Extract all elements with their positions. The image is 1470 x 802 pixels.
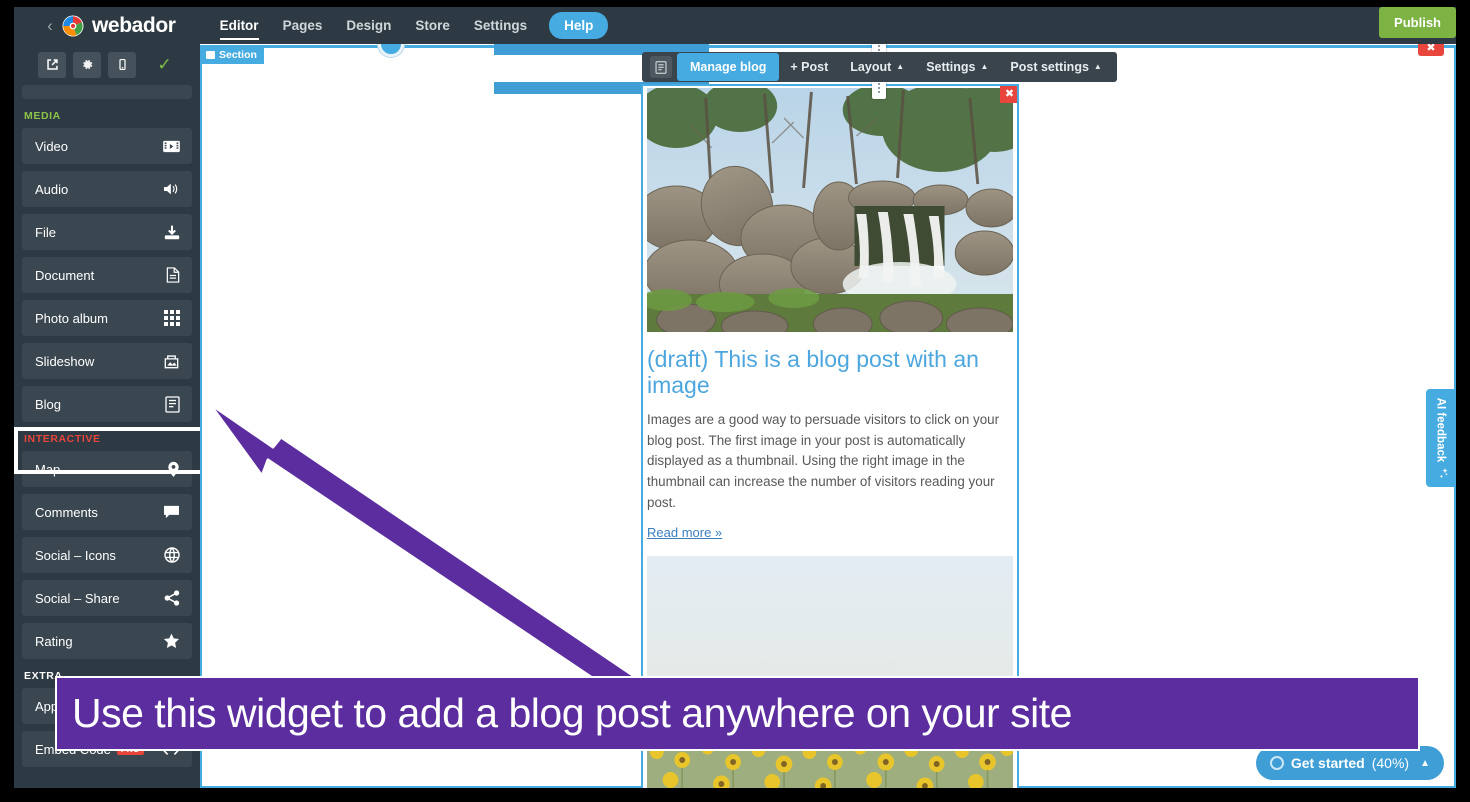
main-nav: Editor Pages Design Store Settings Help xyxy=(208,9,609,42)
blog-widget-close-button[interactable]: ✖ xyxy=(1000,86,1017,103)
sidebar-item-label: Document xyxy=(35,267,95,283)
blog-post-item xyxy=(643,554,1017,788)
get-started-label: Get started xyxy=(1290,755,1365,771)
sparkle-wand-icon xyxy=(1434,467,1449,479)
speaker-icon xyxy=(163,182,180,196)
nav-item-editor[interactable]: Editor xyxy=(208,9,271,42)
sidebar-item-rating[interactable]: Rating xyxy=(22,623,192,659)
sidebar-item-label: File xyxy=(35,224,56,240)
brand-name: webador xyxy=(92,13,176,37)
section-tab[interactable]: Section xyxy=(202,46,264,64)
webador-editor-screen: ‹ webador Editor Pages Design Store Sett… xyxy=(0,0,1470,802)
sidebar-group-label-media: MEDIA xyxy=(24,110,61,122)
chevron-up-icon: ▲ xyxy=(1093,62,1102,71)
sidebar-item-video[interactable]: Video xyxy=(22,128,192,164)
blog-post-body: Images are a good way to persuade visito… xyxy=(647,411,1000,510)
sidebar-item-label: Social – Share xyxy=(35,590,120,606)
sidebar-item-social-icons[interactable]: Social – Icons xyxy=(22,537,192,573)
comment-bubble-icon xyxy=(163,505,180,519)
sidebar-group-label-interactive: INTERACTIVE xyxy=(24,433,101,445)
sidebar-item-label: Audio xyxy=(35,181,69,197)
layout-button[interactable]: Layout ▲ xyxy=(839,53,915,81)
blog-post-title[interactable]: (draft) This is a blog post with an imag… xyxy=(647,346,1013,399)
star-icon xyxy=(163,633,180,649)
document-icon xyxy=(166,267,180,283)
saved-checkmark-icon: ✓ xyxy=(157,54,172,74)
section-close-button[interactable]: ✖ xyxy=(1418,44,1444,56)
blog-post-item: (draft) This is a blog post with an imag… xyxy=(643,86,1017,542)
annotation-banner: Use this widget to add a blog post anywh… xyxy=(55,676,1420,751)
section-tab-label: Section xyxy=(219,49,257,61)
chevron-up-icon: ▲ xyxy=(1420,757,1430,769)
manage-blog-button[interactable]: Manage blog xyxy=(677,53,780,81)
post-settings-label: Post settings xyxy=(1010,60,1089,74)
sidebar-item-label: Blog xyxy=(35,396,62,412)
sidebar-item-comments[interactable]: Comments xyxy=(22,494,192,530)
add-post-button[interactable]: + Post xyxy=(779,53,839,81)
blog-widget-icon xyxy=(650,56,672,78)
read-more-link[interactable]: Read more » xyxy=(647,525,722,540)
sidebar-item-social-share[interactable]: Social – Share xyxy=(22,580,192,616)
share-icon xyxy=(164,590,180,606)
nav-item-store[interactable]: Store xyxy=(403,9,462,42)
sidebar-item-blog[interactable]: Blog xyxy=(22,386,192,422)
top-navigation-bar: ‹ webador Editor Pages Design Store Sett… xyxy=(14,7,1456,44)
layout-label: Layout xyxy=(850,60,892,74)
sidebar-item-label: Video xyxy=(35,138,69,154)
blog-icon xyxy=(165,395,180,413)
sidebar-item-label: Photo album xyxy=(35,310,108,326)
sidebar-item-partial-above[interactable] xyxy=(22,85,192,99)
grid-icon xyxy=(164,310,180,326)
get-started-button[interactable]: Get started (40%) ▲ xyxy=(1255,746,1444,780)
help-button[interactable]: Help xyxy=(549,12,609,39)
sidebar-item-map[interactable]: Map xyxy=(22,451,192,487)
post-separator xyxy=(643,542,1017,554)
sidebar-item-slideshow[interactable]: Slideshow xyxy=(22,343,192,379)
settings-label: Settings xyxy=(926,60,976,74)
post-settings-button[interactable]: Post settings ▲ xyxy=(999,53,1112,81)
sidebar-item-label: Comments xyxy=(35,504,98,520)
sidebar-item-label: Rating xyxy=(35,633,73,649)
open-external-icon[interactable] xyxy=(38,51,67,78)
social-icons-icon xyxy=(164,547,180,563)
section-round-handle[interactable] xyxy=(378,44,404,57)
nav-item-design[interactable]: Design xyxy=(334,9,403,42)
nav-item-pages[interactable]: Pages xyxy=(271,9,335,42)
section-icon xyxy=(206,51,215,59)
sidebar-item-document[interactable]: Document xyxy=(22,257,192,293)
blog-widget-toolbar: Manage blog + Post Layout ▲ Settings ▲ P… xyxy=(642,52,1117,82)
progress-ring-icon xyxy=(1269,756,1284,770)
brand-logo-link[interactable]: webador xyxy=(62,14,176,38)
sidebar-item-photo-album[interactable]: Photo album xyxy=(22,300,192,336)
sunflower-field-photo[interactable] xyxy=(647,555,1013,788)
sidebar-item-label: Map xyxy=(35,461,61,477)
chevron-up-icon: ▲ xyxy=(980,62,989,71)
map-pin-icon xyxy=(167,461,180,478)
chevron-up-icon: ▲ xyxy=(896,62,905,71)
mobile-preview-icon[interactable] xyxy=(108,51,137,78)
sidebar-item-label: Social – Icons xyxy=(35,547,116,563)
waterfall-photo[interactable] xyxy=(647,88,1013,332)
sidebar-item-file[interactable]: File xyxy=(22,214,192,250)
sidebar-item-audio[interactable]: Audio xyxy=(22,171,192,207)
nav-item-settings[interactable]: Settings xyxy=(462,9,539,42)
gear-icon[interactable] xyxy=(73,51,102,78)
annotation-text: Use this widget to add a blog post anywh… xyxy=(72,690,1072,736)
sidebar-toolbar: ✓ xyxy=(14,44,200,85)
sidebar-item-label: Slideshow xyxy=(35,353,95,369)
chevron-left-icon[interactable]: ‹ xyxy=(40,17,60,34)
get-started-percent: (40%) xyxy=(1371,755,1410,771)
settings-button[interactable]: Settings ▲ xyxy=(915,53,999,81)
ai-feedback-label: AI feedback xyxy=(1435,397,1447,462)
ai-feedback-tab[interactable]: AI feedback xyxy=(1426,389,1456,487)
download-icon xyxy=(164,225,180,240)
publish-button[interactable]: Publish xyxy=(1379,7,1456,38)
video-icon xyxy=(163,140,180,153)
webador-logo-icon xyxy=(62,15,84,37)
slideshow-icon xyxy=(163,354,180,369)
